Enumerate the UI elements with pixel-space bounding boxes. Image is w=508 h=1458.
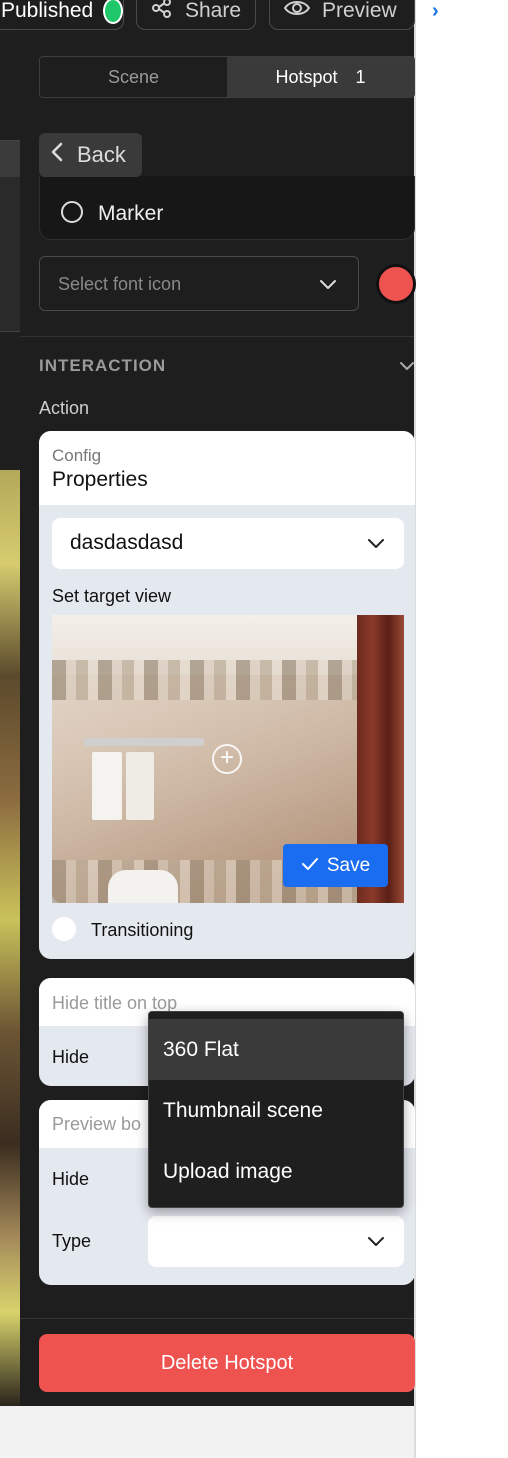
eye-icon [283, 0, 311, 24]
preview-label: Preview [322, 0, 397, 22]
target-view-towel [92, 752, 122, 820]
dropdown-option-upload-image[interactable]: Upload image [149, 1141, 403, 1202]
font-icon-placeholder: Select font icon [58, 274, 182, 294]
back-button[interactable]: Back [39, 133, 142, 177]
preview-type-label: Type [52, 1231, 92, 1251]
chevron-down-icon [366, 533, 386, 553]
back-label: Back [77, 142, 126, 167]
marker-radio[interactable] [61, 201, 83, 223]
target-scene-value: dasdasdasd [70, 531, 184, 554]
delete-hotspot-button[interactable]: Delete Hotspot [39, 1334, 415, 1392]
transitioning-toggle[interactable] [52, 917, 76, 941]
published-label: Published [1, 0, 94, 22]
tab-hotspot[interactable]: Hotspot 1 [227, 57, 414, 97]
marker-option-card [39, 176, 415, 240]
preview-box-hide-label: Hide [52, 1169, 90, 1189]
panel-tabs: Scene Hotspot 1 [39, 56, 415, 98]
marker-label: Marker [98, 202, 164, 225]
divider [20, 336, 414, 337]
collapse-chevron-icon[interactable] [398, 358, 416, 374]
panel-footer [0, 1406, 414, 1458]
crosshair-plus-icon[interactable]: + [212, 744, 242, 774]
tab-hotspot-label: Hotspot [275, 66, 338, 87]
target-view-towel [126, 752, 154, 820]
panorama-preview [0, 470, 20, 1406]
expand-chevron-icon[interactable]: › [432, 0, 452, 24]
check-icon [301, 855, 319, 877]
marker-color-picker[interactable] [376, 264, 416, 304]
target-view-tiles [52, 660, 357, 700]
tab-scene-label: Scene [107, 66, 160, 87]
preview-box-label: Preview bo [52, 1114, 142, 1134]
share-icon [151, 0, 173, 25]
dropdown-option-thumbnail-scene[interactable]: Thumbnail scene [149, 1080, 403, 1141]
hotspot-count-badge: 1 [355, 66, 366, 87]
tab-scene[interactable]: Scene [40, 57, 227, 97]
preview-type-dropdown: 360 Flat Thumbnail scene Upload image [148, 1011, 404, 1208]
delete-hotspot-label: Delete Hotspot [160, 1351, 294, 1374]
interaction-section-title: INTERACTION [39, 356, 167, 375]
divider [20, 1318, 414, 1319]
save-view-button[interactable]: Save [283, 844, 388, 887]
chevron-down-icon [366, 1231, 386, 1251]
left-panel-fragment [0, 140, 20, 332]
share-button[interactable]: Share [136, 0, 256, 30]
target-view-rack [84, 738, 204, 746]
transitioning-label: Transitioning [91, 920, 194, 940]
action-label: Action [39, 398, 90, 418]
share-label: Share [185, 0, 242, 22]
published-status-icon [103, 0, 123, 24]
config-title: Properties [52, 468, 148, 491]
published-toggle[interactable]: Published [0, 0, 124, 30]
save-label: Save [326, 854, 371, 876]
config-subtitle: Config [52, 446, 102, 465]
dropdown-option-360-flat[interactable]: 360 Flat [149, 1019, 403, 1080]
chevron-down-icon [318, 274, 338, 294]
chevron-left-icon [51, 142, 63, 168]
target-view-label: Set target view [52, 586, 172, 606]
hide-title-hide-label: Hide [52, 1047, 90, 1067]
target-view-toilet [108, 870, 178, 903]
preview-button[interactable]: Preview [269, 0, 415, 30]
